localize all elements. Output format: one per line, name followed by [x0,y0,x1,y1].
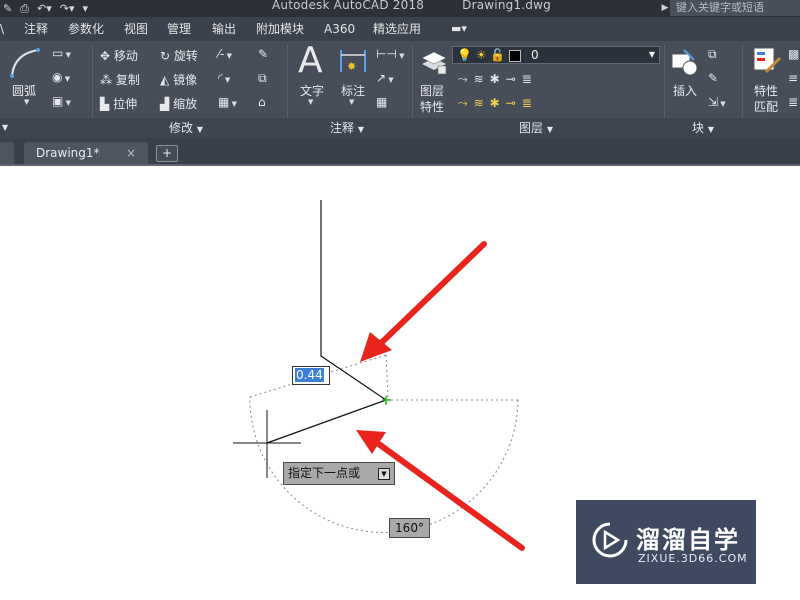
prompt-options-down-icon[interactable]: ▼ [378,468,390,480]
command-prompt-tooltip: 指定下一点或 ▼ [283,462,395,485]
watermark-title: 溜溜自学 [636,526,740,554]
dynamic-input-field[interactable]: 0.44 [292,366,330,385]
angle-readout: 160° [389,518,430,538]
red-arrow-upper [360,241,487,362]
red-arrow-lower [356,430,525,551]
prompt-text: 指定下一点或 [288,466,361,480]
play-logo-icon [592,522,628,558]
watermark-url: ZIXUE.3D66.COM [638,552,748,565]
polyline-segment [320,200,387,401]
dynamic-input-value: 0.44 [295,368,324,382]
dimension-extension-line [385,354,389,399]
watermark: 溜溜自学 ZIXUE.3D66.COM [576,500,756,584]
